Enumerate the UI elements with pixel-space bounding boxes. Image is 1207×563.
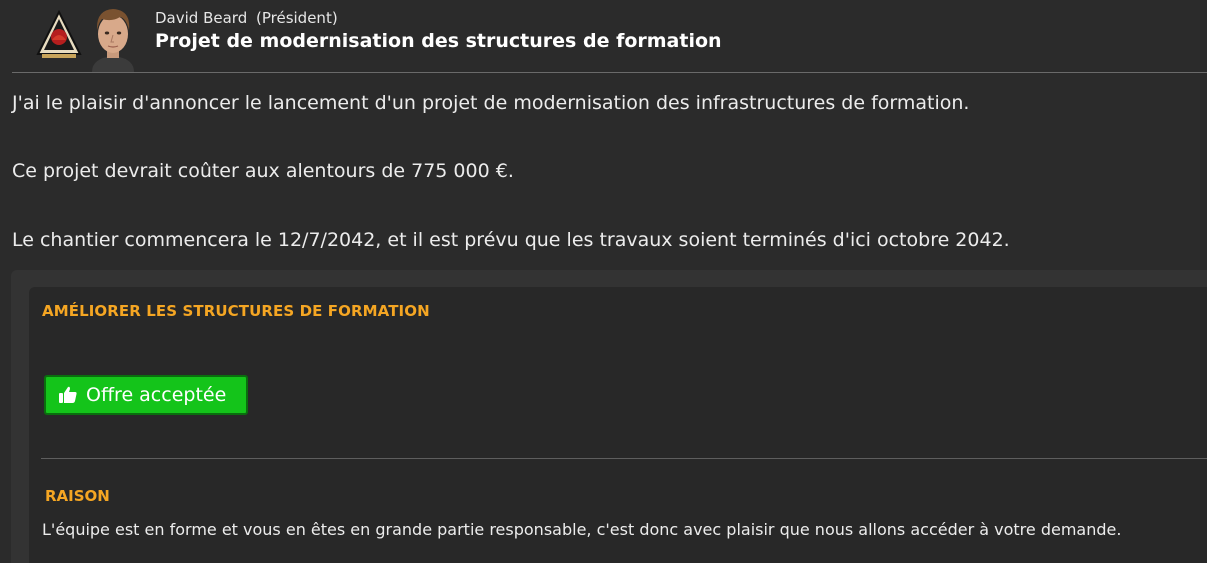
president-avatar [84,2,142,72]
header-divider [12,72,1207,73]
message-subject: Projet de modernisation des structures d… [155,30,722,52]
sender-role: (Président) [256,9,338,27]
offer-accepted-button[interactable]: Offre acceptée [44,375,248,415]
club-crest-icon [34,10,84,60]
request-title: AMÉLIORER LES STRUCTURES DE FORMATION [42,302,430,320]
message-paragraph: Le chantier commencera le 12/7/2042, et … [12,229,1010,251]
thumbs-up-icon [59,386,77,403]
offer-accepted-label: Offre acceptée [86,384,227,406]
sender-name[interactable]: David Beard [155,9,247,27]
reason-title: RAISON [45,487,110,505]
reason-text: L'équipe est en forme et vous en êtes en… [42,520,1122,539]
reason-divider [41,458,1207,459]
message-paragraph: J'ai le plaisir d'annoncer le lancement … [12,92,970,114]
message-paragraph: Ce projet devrait coûter aux alentours d… [12,160,514,182]
message-header: David Beard (Président) Projet de modern… [0,0,1207,72]
sender-line: David Beard (Président) [155,9,338,27]
